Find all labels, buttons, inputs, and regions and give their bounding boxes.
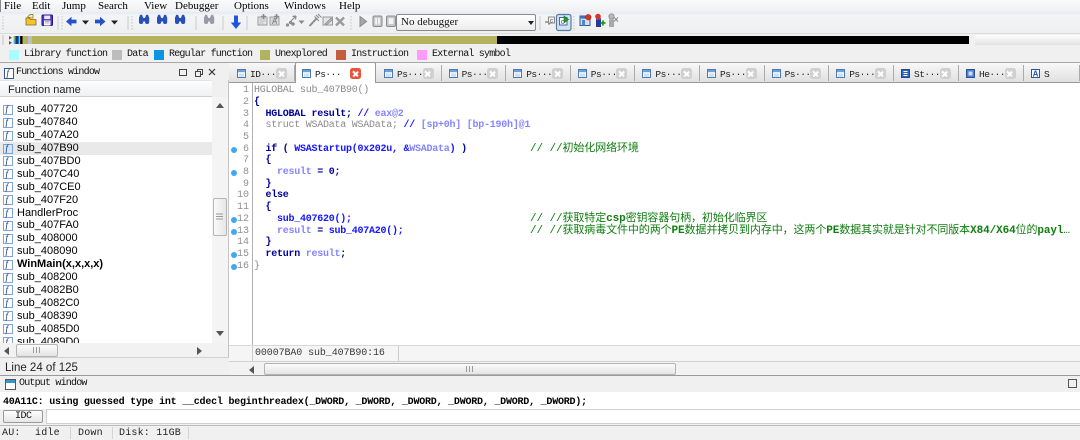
svg-text:A: A	[1033, 70, 1039, 79]
